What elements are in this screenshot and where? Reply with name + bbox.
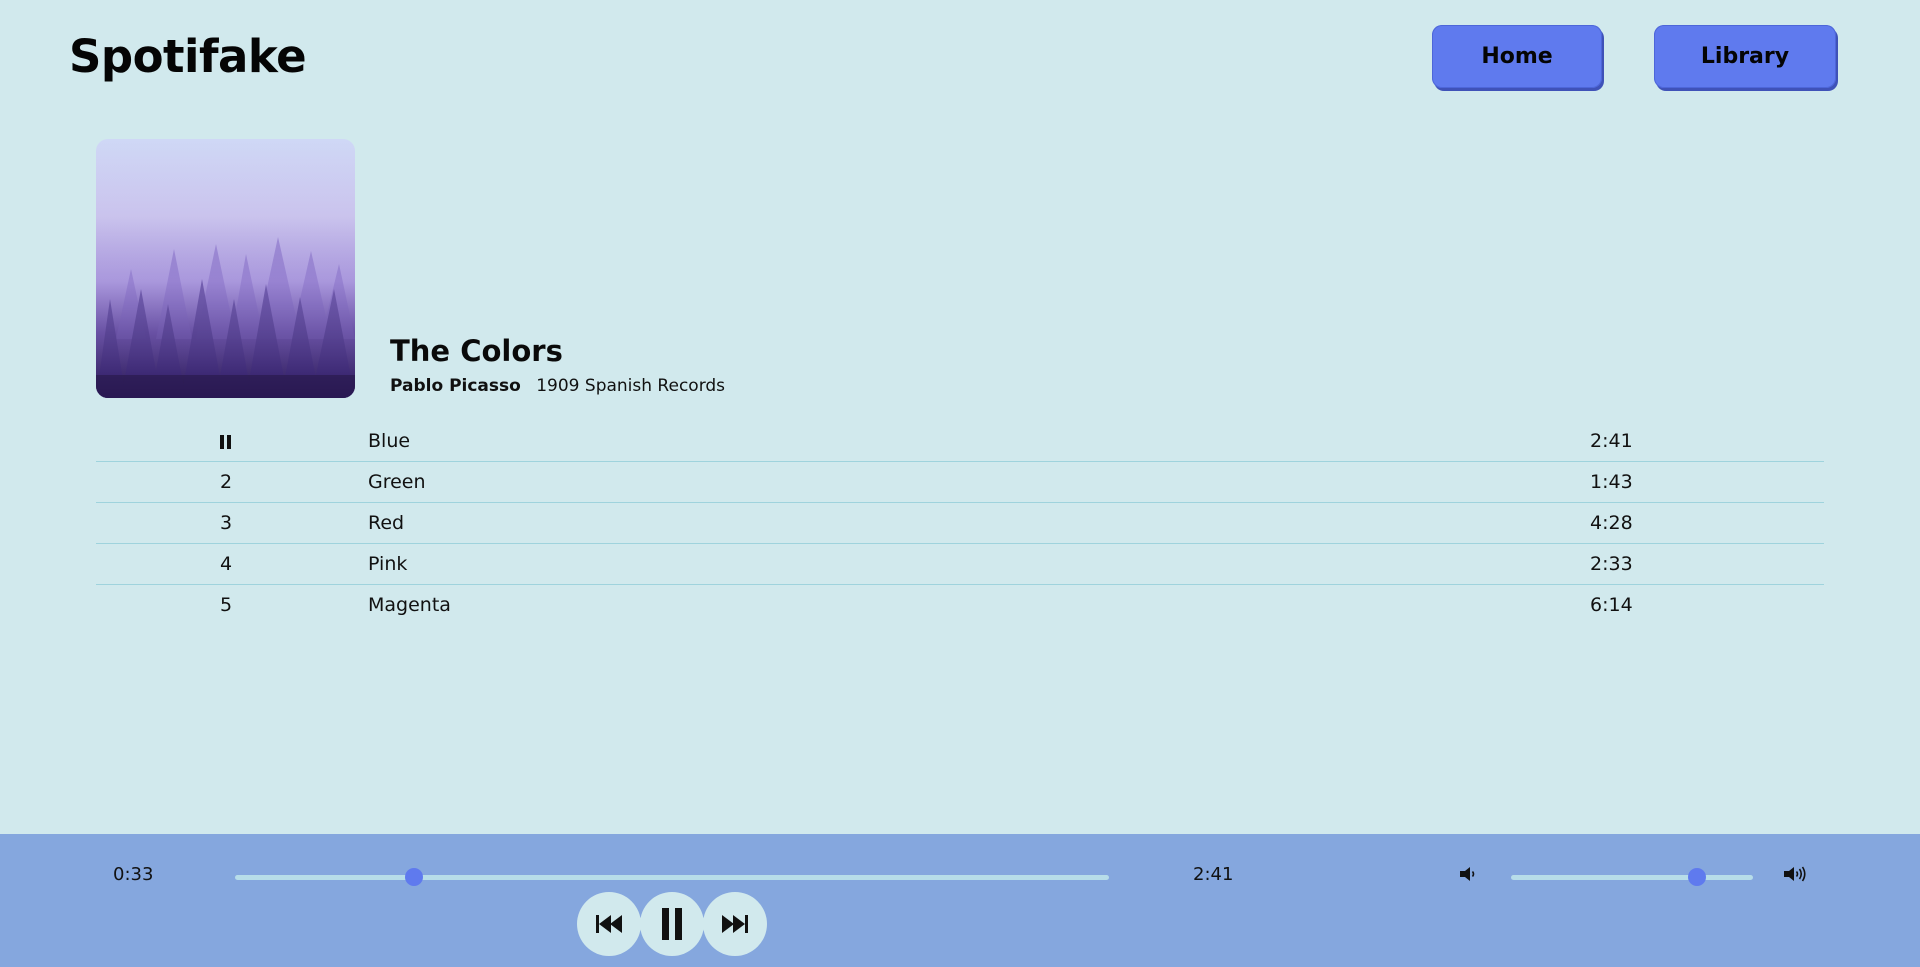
current-time: 0:33: [113, 864, 154, 885]
total-time: 2:41: [1193, 864, 1234, 885]
track-name: Magenta: [368, 594, 451, 616]
track-name: Green: [368, 471, 426, 493]
previous-button[interactable]: [577, 892, 641, 956]
track-row[interactable]: 5 Magenta 6:14: [96, 585, 1824, 626]
play-pause-button[interactable]: [640, 892, 704, 956]
album-title: The Colors: [390, 334, 563, 368]
track-name: Red: [368, 512, 405, 534]
track-number: 4: [219, 553, 233, 575]
track-row[interactable]: 3 Red 4:28: [96, 503, 1824, 544]
album-meta: Pablo Picasso 1909 Spanish Records: [390, 376, 725, 396]
album-artist[interactable]: Pablo Picasso: [390, 376, 521, 396]
album-cover: [96, 139, 355, 398]
track-row[interactable]: 4 Pink 2:33: [96, 544, 1824, 585]
track-row[interactable]: 2 Green 1:43: [96, 462, 1824, 503]
volume-handle[interactable]: [1688, 868, 1707, 886]
volume-slider[interactable]: [1511, 868, 1753, 886]
track-duration: 2:33: [1590, 553, 1633, 575]
track-duration: 4:28: [1590, 512, 1633, 534]
home-button[interactable]: Home: [1432, 25, 1602, 88]
track-name: Pink: [368, 553, 408, 575]
album-record-label: 1909 Spanish Records: [536, 376, 726, 396]
seek-handle[interactable]: [405, 868, 424, 886]
track-duration: 1:43: [1590, 471, 1633, 493]
track-row[interactable]: Blue 2:41: [96, 421, 1824, 462]
skip-next-icon: [722, 915, 748, 933]
library-button[interactable]: Library: [1654, 25, 1836, 88]
track-name: Blue: [368, 430, 411, 452]
seek-slider[interactable]: [235, 868, 1109, 886]
track-duration: 2:41: [1590, 430, 1633, 452]
next-button[interactable]: [703, 892, 767, 956]
track-duration: 6:14: [1590, 594, 1633, 616]
track-number: 5: [219, 594, 233, 616]
volume-low-icon[interactable]: [1458, 865, 1478, 887]
track-number: 2: [219, 471, 233, 493]
pause-icon: [662, 908, 682, 940]
app-logo: Spotifake: [69, 30, 307, 83]
player-bar: 0:33 2:41: [0, 834, 1920, 967]
forest-artwork: [96, 139, 355, 398]
volume-high-icon[interactable]: [1782, 865, 1808, 887]
skip-previous-icon: [596, 915, 622, 933]
track-number: 3: [219, 512, 233, 534]
track-list: Blue 2:41 2 Green 1:43 3 Red 4:28 4 Pink…: [96, 421, 1824, 626]
app-root: Spotifake Home Library The Colors Pablo …: [0, 0, 1920, 967]
pause-icon[interactable]: [220, 435, 231, 449]
